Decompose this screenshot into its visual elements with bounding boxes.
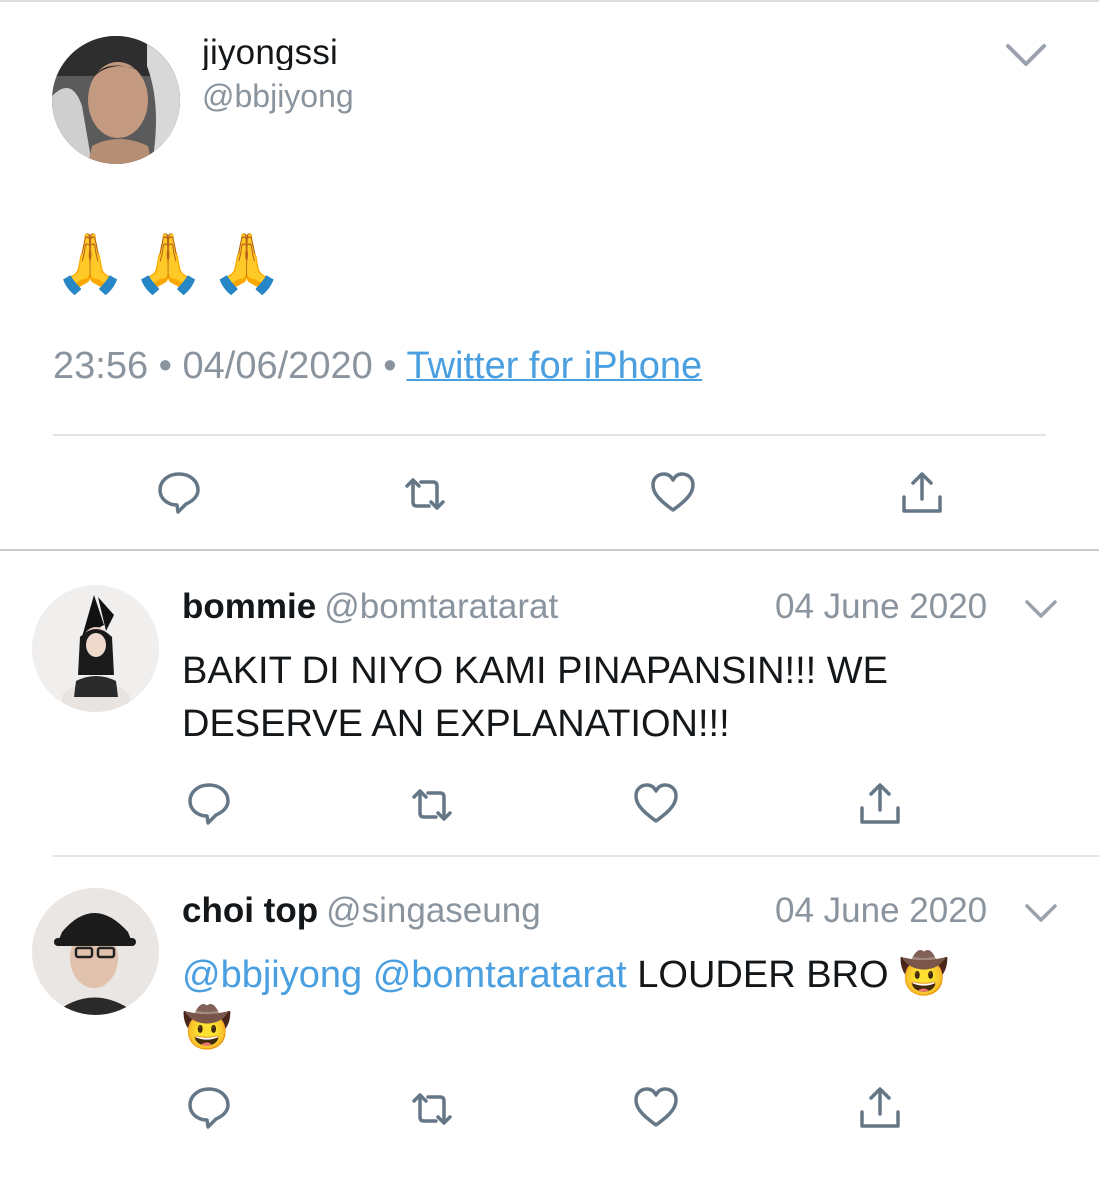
like-icon[interactable]: [630, 1081, 682, 1133]
retweet-icon[interactable]: [406, 1083, 458, 1135]
cowboy-emoji: 🤠: [899, 952, 949, 996]
chevron-down-icon[interactable]: [1023, 596, 1059, 622]
reply-text-body: LOUDER BRO: [637, 954, 889, 996]
chevron-down-icon[interactable]: [1004, 40, 1048, 70]
reply-icon[interactable]: [153, 466, 205, 518]
share-icon[interactable]: [854, 778, 906, 830]
folded-hands-emoji: 🙏: [54, 231, 127, 296]
folded-hands-emoji: 🙏: [132, 231, 205, 296]
reply-text: BAKIT DI NIYO KAMI PINAPANSIN!!! WE DESE…: [182, 650, 888, 745]
reply-icon[interactable]: [183, 777, 235, 829]
meta-dot: •: [383, 345, 397, 387]
reply-header: choi top @singaseung: [182, 891, 541, 931]
handle[interactable]: @bbjiyong: [202, 78, 354, 115]
mention-link[interactable]: @bbjiyong: [182, 954, 362, 996]
top-divider: [0, 0, 1099, 2]
meta-dot: •: [158, 345, 172, 387]
tweet-time: 23:56: [53, 345, 149, 387]
retweet-icon[interactable]: [406, 779, 458, 831]
share-icon[interactable]: [896, 467, 948, 519]
display-name[interactable]: choi top: [182, 891, 318, 930]
reply-text: @bbjiyong @bomtaratarat LOUDER BRO 🤠 🤠: [182, 948, 1062, 1056]
tweet-text: 🙏 🙏 🙏: [54, 232, 283, 296]
handle[interactable]: @singaseung: [326, 891, 541, 930]
display-name[interactable]: jiyongssi: [202, 32, 338, 70]
source-link[interactable]: Twitter for iPhone: [406, 345, 702, 387]
chevron-down-icon[interactable]: [1023, 900, 1059, 926]
retweet-icon[interactable]: [399, 468, 451, 520]
tweet-meta: 23:56 • 04/06/2020 • Twitter for iPhone: [53, 345, 702, 388]
reply-date: 04 June 2020: [775, 587, 988, 626]
divider: [53, 434, 1046, 436]
handle[interactable]: @bomtaratarat: [324, 587, 558, 626]
reply-date: 04 June 2020: [775, 891, 988, 930]
section-divider: [0, 549, 1099, 551]
divider: [53, 855, 1099, 857]
folded-hands-emoji: 🙏: [210, 231, 283, 296]
avatar[interactable]: [32, 888, 159, 1015]
display-name[interactable]: bommie: [182, 587, 316, 626]
avatar[interactable]: [52, 36, 180, 164]
reply-header: bommie @bomtaratarat: [182, 587, 558, 627]
like-icon[interactable]: [630, 777, 682, 829]
share-icon[interactable]: [854, 1082, 906, 1134]
mention-link[interactable]: @bomtaratarat: [373, 954, 627, 996]
avatar[interactable]: [32, 585, 159, 712]
like-icon[interactable]: [647, 466, 699, 518]
reply-icon[interactable]: [183, 1081, 235, 1133]
cowboy-emoji: 🤠: [182, 1006, 232, 1050]
tweet-date: 04/06/2020: [182, 345, 373, 387]
